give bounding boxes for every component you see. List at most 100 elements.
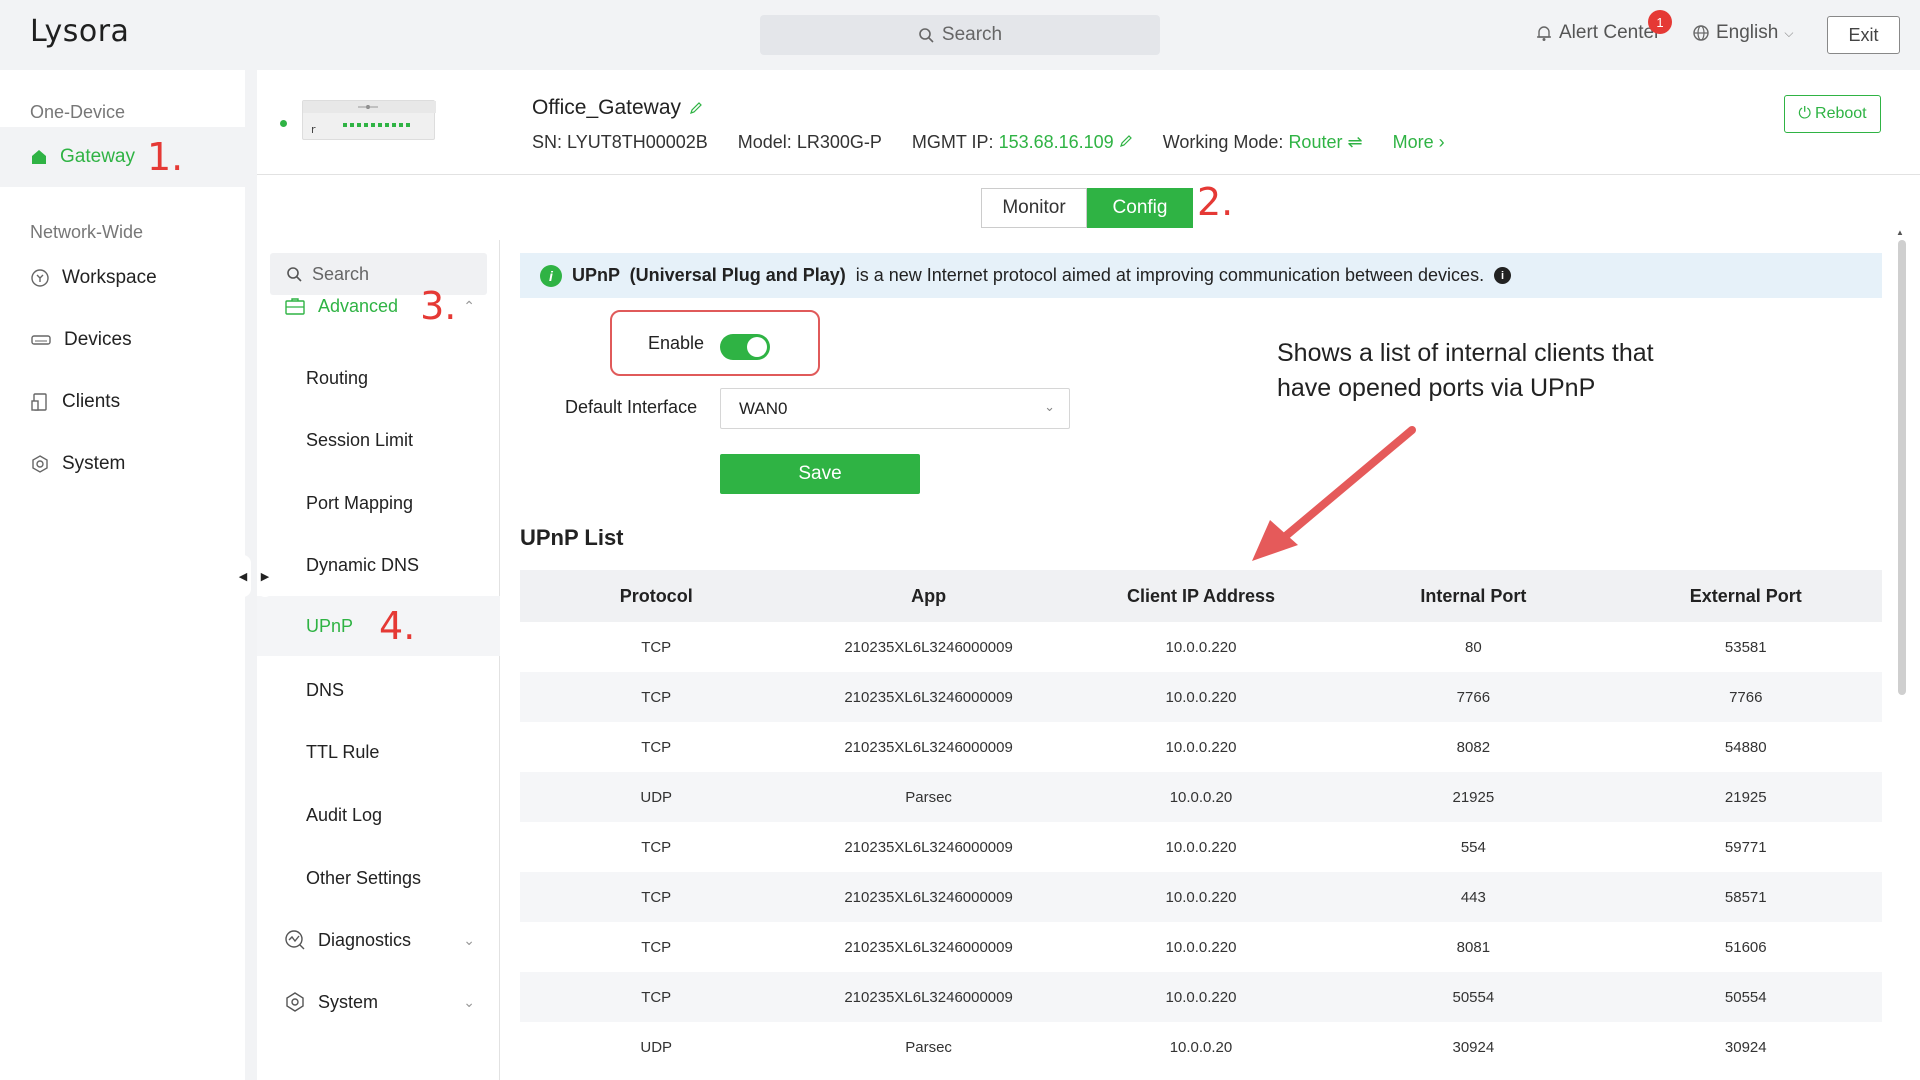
table-cell: 210235XL6L3246000009 — [844, 738, 1013, 756]
tab-config[interactable]: Config — [1087, 188, 1193, 228]
table-cell: 10.0.0.220 — [1165, 688, 1237, 706]
table-cell: UDP — [640, 1038, 673, 1056]
model-label: Model: — [737, 132, 792, 152]
global-search-input[interactable]: Search — [760, 15, 1160, 55]
alert-center-button[interactable]: Alert Center — [1535, 22, 1660, 44]
table-cell: TCP — [641, 688, 672, 706]
step-marker-2: 2. — [1197, 180, 1234, 224]
column-header: Client IP Address — [1126, 585, 1275, 606]
table-cell: 210235XL6L3246000009 — [844, 988, 1013, 1006]
mgmt-label: MGMT IP: — [911, 132, 994, 152]
globe-icon — [1693, 25, 1709, 41]
chevron-down-icon: ⌄ — [463, 931, 475, 948]
column-header: Protocol — [619, 585, 693, 606]
caret-right-icon[interactable]: ▶ — [257, 555, 273, 597]
edit-icon[interactable] — [689, 101, 703, 115]
mode-value[interactable]: Router — [1288, 132, 1342, 152]
config-item-other-settings[interactable]: Other Settings — [257, 848, 500, 908]
config-item-label: UPnP — [306, 615, 354, 636]
table-row: UDP Parsec 10.0.0.20 21925 21925 — [520, 772, 1882, 822]
section-one-device: One-Device — [30, 102, 126, 122]
sidebar-item-label: Gateway — [60, 146, 135, 167]
scroll-up-icon[interactable]: ▲ — [1896, 228, 1904, 237]
reboot-button[interactable]: ⏻ Reboot — [1784, 95, 1881, 133]
table-cell: 10.0.0.20 — [1169, 788, 1233, 806]
table-row: TCP 210235XL6L3246000009 10.0.0.220 8081 516… — [520, 922, 1882, 972]
scrollbar-thumb[interactable] — [1898, 240, 1906, 695]
chevron-right-icon: › — [1438, 132, 1445, 152]
device-name-text: Office_Gateway — [532, 96, 682, 119]
caret-left-icon[interactable]: ◀ — [235, 555, 251, 597]
config-item-ttl-rule[interactable]: TTL Rule — [257, 722, 500, 782]
language-selector[interactable]: English ⌵ — [1692, 22, 1793, 44]
sidebar-item-system[interactable]: System — [0, 434, 245, 494]
sidebar-item-label: Devices — [64, 329, 132, 350]
default-interface-label: Default Interface — [565, 397, 698, 417]
table-cell: 53581 — [1724, 638, 1767, 656]
config-item-upnp[interactable]: UPnP 4. — [257, 596, 500, 656]
config-group-diagnostics[interactable]: Diagnostics ⌄ — [257, 910, 500, 970]
banner-text: is a new Internet protocol aimed at impr… — [855, 265, 1485, 285]
enable-toggle[interactable] — [720, 334, 770, 360]
annotation-callout: Shows a list of internal clients that ha… — [1277, 336, 1737, 406]
table-row: TCP 210235XL6L3246000009 10.0.0.220 443 5857… — [520, 872, 1882, 922]
diagnostics-icon — [285, 930, 305, 950]
table-cell: TCP — [641, 938, 672, 956]
sidebar-item-clients[interactable]: Clients — [0, 372, 245, 432]
more-link[interactable]: More › — [1393, 132, 1445, 153]
view-tabs: Monitor Config — [981, 188, 1193, 228]
table-cell: TCP — [641, 988, 672, 1006]
exit-button[interactable]: Exit — [1827, 16, 1900, 54]
brand-logo: Lysora — [30, 14, 130, 49]
switch-icon[interactable]: ⇌ — [1347, 132, 1362, 152]
table-cell: 443 — [1460, 888, 1486, 906]
table-cell: 58571 — [1724, 888, 1767, 906]
table-cell: 59771 — [1724, 838, 1767, 856]
table-cell: TCP — [641, 638, 672, 656]
config-item-routing[interactable]: Routing — [257, 348, 500, 408]
step-marker-4: 4. — [379, 604, 416, 648]
banner-bold-text: UPnP (Universal Plug and Play) — [572, 265, 846, 285]
upnp-table: Protocol App Client IP Address Internal … — [520, 570, 1882, 1072]
more-label: More — [1392, 132, 1434, 152]
config-item-dns[interactable]: DNS — [257, 660, 500, 720]
sidebar-resize-handle[interactable]: ◀ ▶ — [235, 555, 273, 597]
column-header: Internal Port — [1420, 585, 1527, 606]
config-item-dynamic-dns[interactable]: Dynamic DNS — [257, 535, 500, 595]
chevron-down-icon: ⌄ — [463, 993, 475, 1010]
table-cell: 21925 — [1452, 788, 1495, 806]
sidebar-item-workspace[interactable]: Workspace — [0, 248, 245, 308]
config-item-port-mapping[interactable]: Port Mapping — [257, 473, 500, 533]
save-button[interactable]: Save — [720, 454, 920, 494]
device-sn: SN: LYUT8TH00002B — [532, 132, 708, 153]
search-icon — [287, 267, 302, 282]
default-interface-select[interactable]: WAN0 ⌄ — [720, 388, 1070, 429]
table-row: TCP 210235XL6L3246000009 10.0.0.220 50554 50… — [520, 972, 1882, 1022]
table-cell: 54880 — [1724, 738, 1767, 756]
config-item-audit-log[interactable]: Audit Log — [257, 785, 500, 845]
sidebar-item-devices[interactable]: Devices — [0, 310, 245, 370]
table-cell: 8081 — [1456, 938, 1491, 956]
reboot-label: Reboot — [1815, 105, 1867, 122]
annotation-line-1: Shows a list of internal clients that — [1277, 339, 1654, 367]
home-icon — [32, 150, 46, 164]
config-group-system[interactable]: System ⌄ — [257, 972, 500, 1032]
sidebar-item-gateway[interactable]: Gateway 1. — [0, 127, 245, 187]
help-icon[interactable]: i — [1494, 267, 1512, 284]
enable-label: Enable — [648, 333, 705, 353]
config-group-advanced[interactable]: Advanced 3. ⌃ — [257, 284, 500, 328]
annotation-line-2: have opened ports via UPnP — [1277, 374, 1596, 402]
sidebar-item-label: Clients — [62, 391, 121, 412]
table-cell: 210235XL6L3246000009 — [844, 638, 1013, 656]
table-cell: 10.0.0.220 — [1165, 838, 1237, 856]
config-item-session-limit[interactable]: Session Limit — [257, 410, 500, 470]
table-row: UDP Parsec 10.0.0.20 30924 30924 — [520, 1022, 1882, 1072]
table-cell: 7766 — [1729, 688, 1763, 706]
table-cell: UDP — [640, 788, 673, 806]
tab-monitor[interactable]: Monitor — [981, 188, 1087, 228]
config-group-label: System — [318, 991, 379, 1012]
edit-icon[interactable] — [1119, 134, 1133, 148]
step-marker-3: 3. — [420, 284, 457, 328]
column-header: App — [911, 585, 947, 606]
mode-label: Working Mode: — [1162, 132, 1284, 152]
